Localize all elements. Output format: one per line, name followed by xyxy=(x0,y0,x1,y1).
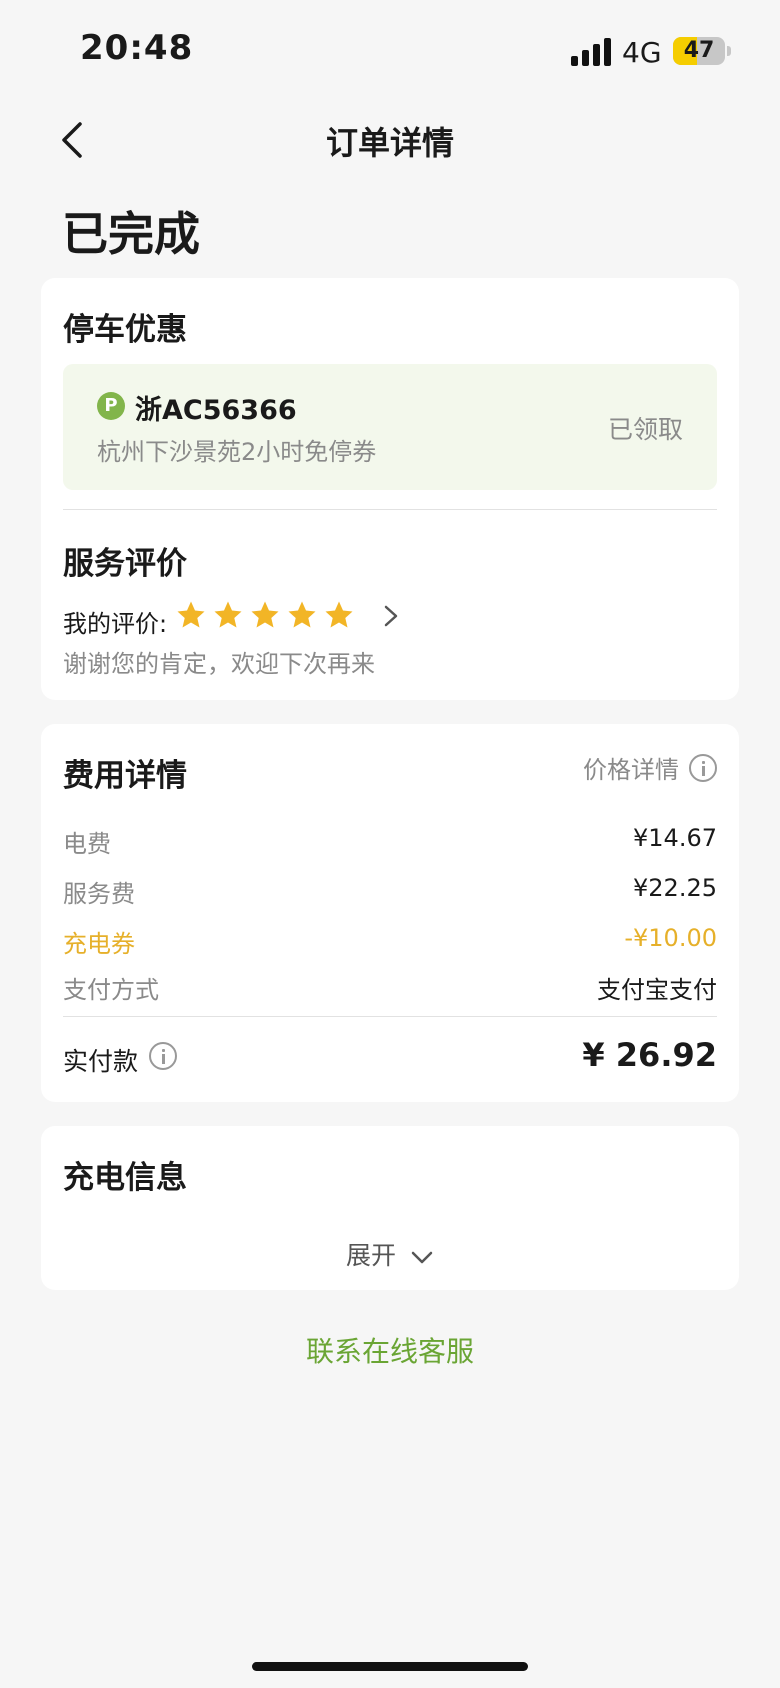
fee-title: 费用详情 xyxy=(63,758,187,794)
fee-value: ¥14.67 xyxy=(633,824,717,852)
status-time: 20:48 xyxy=(80,28,194,68)
expand-label: 展开 xyxy=(346,1241,397,1270)
divider xyxy=(63,509,717,510)
fee-row-service: 服务费 ¥22.25 xyxy=(63,874,717,910)
fee-row-coupon: 充电券 -¥10.00 xyxy=(63,924,717,960)
star-icon xyxy=(288,601,316,628)
fee-value: ¥22.25 xyxy=(633,874,717,902)
rating-comment: 谢谢您的肯定，欢迎下次再来 xyxy=(63,650,375,678)
paid-amount: ¥ 26.92 xyxy=(582,1036,717,1074)
status-bar: 20:48 4G 47 xyxy=(0,0,780,100)
review-title: 服务评价 xyxy=(63,546,187,582)
info-icon xyxy=(689,753,717,782)
charging-title: 充电信息 xyxy=(63,1160,187,1196)
fee-value: -¥10.00 xyxy=(624,924,717,952)
fee-row-electricity: 电费 ¥14.67 xyxy=(63,824,717,860)
charging-card: 充电信息 展开 xyxy=(41,1126,739,1290)
battery-icon: 47 xyxy=(673,37,725,65)
parking-title: 停车优惠 xyxy=(63,312,187,348)
star-icon xyxy=(325,601,353,628)
fee-row-payment-method: 支付方式 支付宝支付 xyxy=(63,970,717,1006)
star-icon xyxy=(214,601,242,628)
nav-bar: 订单详情 xyxy=(0,100,780,180)
chevron-right-icon[interactable] xyxy=(381,602,401,630)
price-detail-link[interactable]: 价格详情 xyxy=(583,750,717,785)
fee-value: 支付宝支付 xyxy=(597,976,717,1004)
parking-review-card: 停车优惠 P 浙AC56366 杭州下沙景苑2小时免停券 已领取 服务评价 我的… xyxy=(41,278,739,700)
divider xyxy=(63,1016,717,1017)
info-icon[interactable] xyxy=(149,1042,177,1070)
coupon-status: 已领取 xyxy=(607,415,683,444)
network-label: 4G xyxy=(622,36,662,69)
battery-cap xyxy=(727,46,731,56)
coupon-description: 杭州下沙景苑2小时免停券 xyxy=(97,438,377,466)
expand-button[interactable]: 展开 xyxy=(41,1236,739,1272)
paid-label: 实付款 xyxy=(63,1047,139,1076)
page-title: 订单详情 xyxy=(325,124,454,162)
fee-label: 服务费 xyxy=(63,880,135,908)
plate-number: 浙AC56366 xyxy=(135,395,297,426)
contact-support-link[interactable]: 联系在线客服 xyxy=(0,1330,780,1370)
rating-stars[interactable] xyxy=(176,600,354,630)
fee-label: 电费 xyxy=(63,830,111,858)
home-indicator xyxy=(252,1662,528,1671)
parking-coupon[interactable]: P 浙AC56366 杭州下沙景苑2小时免停券 已领取 xyxy=(63,364,717,490)
order-status: 已完成 xyxy=(62,207,200,261)
price-detail-label: 价格详情 xyxy=(583,756,679,784)
parking-icon: P xyxy=(97,392,125,420)
signal-icon xyxy=(571,38,611,66)
star-icon xyxy=(251,601,279,628)
star-icon xyxy=(177,601,205,628)
battery-level: 47 xyxy=(683,38,715,63)
chevron-down-icon xyxy=(411,1251,433,1264)
fee-card: 费用详情 价格详情 电费 ¥14.67 服务费 ¥22.25 充电券 -¥10.… xyxy=(41,724,739,1102)
fee-label: 支付方式 xyxy=(63,976,159,1004)
rating-label: 我的评价: xyxy=(63,610,168,638)
fee-label: 充电券 xyxy=(63,930,135,958)
